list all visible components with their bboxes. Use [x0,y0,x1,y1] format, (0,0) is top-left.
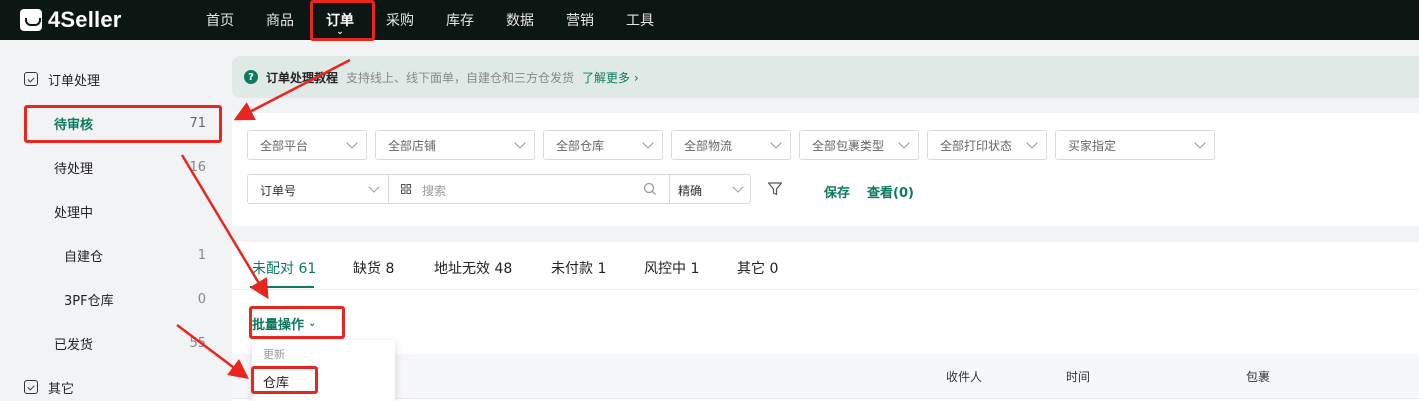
nav-orders[interactable]: 订单 ⌄ [310,0,370,40]
batch-actions-label: 批量操作 [252,317,305,333]
nav-products[interactable]: 商品 [250,0,310,40]
nav-marketing[interactable]: 营销 [550,0,610,40]
order-list-panel: 未配对 61 缺货 8 地址无效 48 未付款 1 风控中 1 其它 0 批量操… [232,242,1419,401]
column-header-package: 包裹 [1246,370,1271,384]
search-icon[interactable] [643,182,657,196]
select-value: 全部店铺 [388,138,437,153]
select-value: 全部物流 [684,138,733,153]
active-tab-indicator [250,286,314,288]
sidebar-group-label: 其它 [48,381,75,397]
column-header-recipient: 收件人 [946,370,983,384]
sidebar-item-pending-review[interactable]: 待审核 71 [30,109,220,137]
chevron-down-icon [346,137,358,149]
platform-select[interactable]: 全部平台 [247,130,367,160]
nav-tools[interactable]: 工具 [610,0,670,40]
tab-unpaid[interactable]: 未付款 1 [551,258,606,278]
buyer-specified-select[interactable]: 买家指定 [1055,130,1215,160]
select-value: 订单号 [260,184,297,198]
sidebar-item-count: 0 [197,291,206,307]
store-select[interactable]: 全部店铺 [375,130,535,160]
package-type-select[interactable]: 全部包裹类型 [799,130,919,160]
print-status-select[interactable]: 全部打印状态 [927,130,1047,160]
menu-item-warehouse[interactable]: 仓库 [263,372,289,391]
sidebar-group-other[interactable]: 其它 [24,377,74,397]
sidebar-item-count: 55 [189,335,206,351]
select-value: 全部仓库 [556,138,605,153]
tutorial-banner: ? 订单处理教程 支持线上、线下面单，自建仓和三方仓发货 了解更多 › [232,56,1419,98]
save-button[interactable]: 保存 [824,182,850,201]
chevron-down-icon: ⌄ [308,317,317,329]
clipboard-icon [24,72,38,86]
sidebar-item-label: 3PF仓库 [64,293,114,309]
main-nav: 首页 商品 订单 ⌄ 采购 库存 数据 营销 工具 [190,0,670,40]
chevron-down-icon [642,137,654,149]
banner-description: 支持线上、线下面单，自建仓和三方仓发货 [346,70,575,85]
chevron-down-icon [1026,137,1038,149]
select-value: 买家指定 [1068,138,1117,153]
tab-unmatched[interactable]: 未配对 61 [252,258,316,278]
sidebar-item-label: 待处理 [54,161,94,177]
question-icon: ? [244,70,258,84]
banner-title: 订单处理教程 [266,70,339,85]
sidebar-item-count: 71 [189,115,206,131]
select-value: 全部打印状态 [940,138,1013,153]
search-group: 订单号 搜索 精确 [247,174,751,204]
select-value: 全部平台 [260,138,309,153]
nav-inventory[interactable]: 库存 [430,0,490,40]
bag-icon [20,9,42,31]
logo[interactable]: 4Seller [20,6,122,34]
sidebar-item-3pf-warehouse[interactable]: 3PF仓库 0 [30,285,220,313]
batch-actions-button[interactable]: 批量操作 ⌄ [252,310,316,336]
sidebar-item-to-process[interactable]: 待处理 16 [30,153,220,181]
nav-purchase[interactable]: 采购 [370,0,430,40]
sidebar-item-count: 16 [189,159,206,175]
logistics-select[interactable]: 全部物流 [671,130,791,160]
match-mode-select[interactable]: 精确 [670,175,752,203]
view-saved-button[interactable]: 查看(0) [867,182,914,201]
chevron-down-icon: ⌄ [336,27,344,37]
chevron-down-icon [770,137,782,149]
warehouse-select[interactable]: 全部仓库 [543,130,663,160]
select-value: 精确 [678,184,703,198]
clipboard-icon [24,380,38,394]
divider [232,289,1419,290]
sidebar-item-label: 自建仓 [64,249,104,265]
tab-out-of-stock[interactable]: 缺货 8 [353,258,394,278]
sidebar-item-shipped[interactable]: 已发货 55 [30,329,220,357]
top-nav-bar: 4Seller 首页 商品 订单 ⌄ 采购 库存 数据 营销 工具 [0,0,1419,40]
sidebar: 订单处理 待审核 71 待处理 16 处理中 自建仓 1 3PF仓库 0 已发货… [0,40,220,401]
nav-home[interactable]: 首页 [190,0,250,40]
grid-icon [401,183,411,194]
sidebar-group-label: 订单处理 [48,73,101,89]
chevron-down-icon [732,181,744,193]
filter-icon[interactable] [767,181,783,197]
menu-group-header: 更新 [263,348,285,361]
batch-actions-menu: 更新 仓库 [252,340,395,401]
column-header-time: 时间 [1066,370,1091,384]
sidebar-item-label: 待审核 [54,117,94,133]
sidebar-group-order-processing[interactable]: 订单处理 [24,69,100,89]
tab-other[interactable]: 其它 0 [737,258,778,278]
search-input[interactable]: 搜索 [389,175,670,203]
learn-more-link[interactable]: 了解更多 › [582,69,639,86]
chevron-down-icon [1194,137,1206,149]
filter-panel: 全部平台 全部店铺 全部仓库 全部物流 全部包裹类型 全部打印状态 买家指定 订… [232,113,1419,226]
chevron-down-icon [368,181,380,193]
tab-risk-control[interactable]: 风控中 1 [644,258,699,278]
sidebar-item-label: 已发货 [54,337,94,353]
select-value: 全部包裹类型 [812,138,885,153]
sidebar-item-processing[interactable]: 处理中 [30,197,220,225]
sidebar-item-count: 1 [197,247,206,263]
tab-invalid-address[interactable]: 地址无效 48 [434,258,512,278]
sidebar-item-own-warehouse[interactable]: 自建仓 1 [30,241,220,269]
table-header: 收件人 时间 包裹 [232,354,1419,399]
order-field-select[interactable]: 订单号 [248,175,389,203]
search-placeholder: 搜索 [422,184,447,198]
nav-data[interactable]: 数据 [490,0,550,40]
chevron-down-icon [898,137,910,149]
logo-text: 4Seller [48,7,122,32]
sidebar-item-label: 处理中 [54,205,94,221]
chevron-down-icon [514,137,526,149]
